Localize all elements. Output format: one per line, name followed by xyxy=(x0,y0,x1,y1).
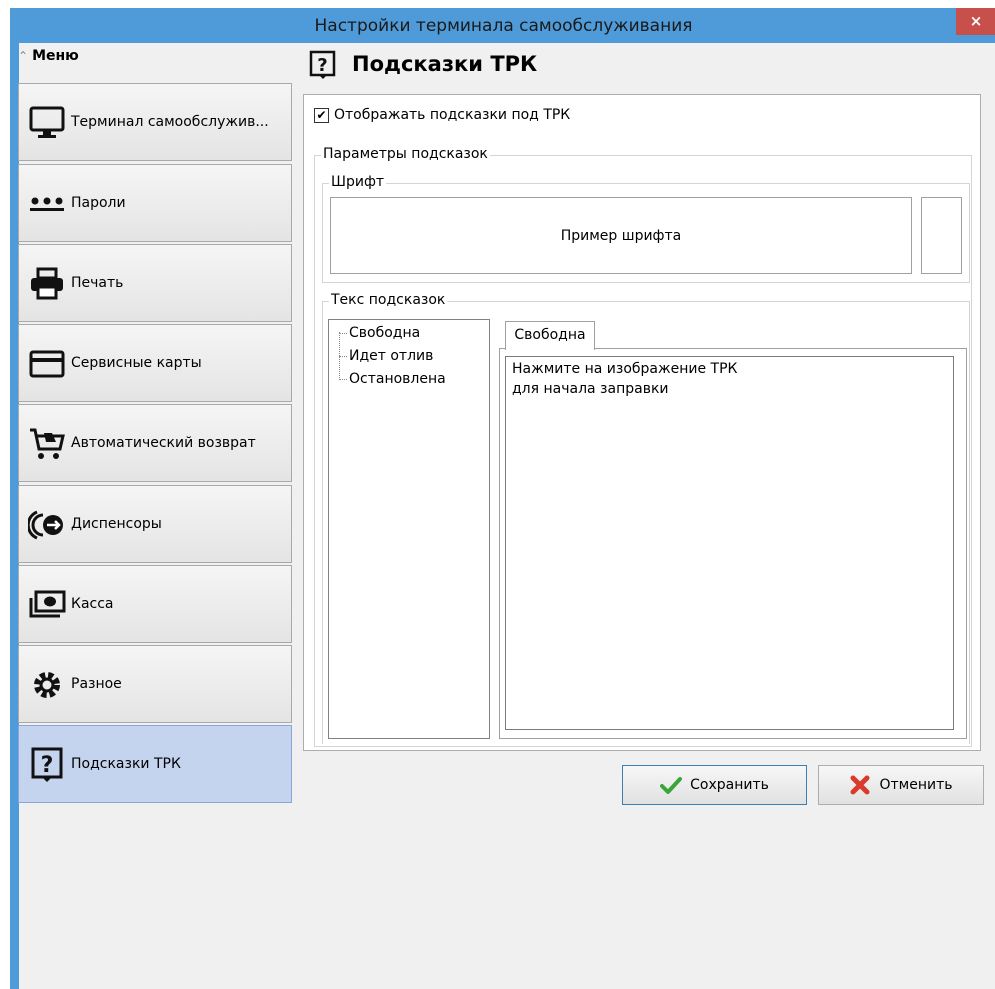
tab-svobodna[interactable]: Свободна xyxy=(505,321,595,350)
hint-text-line: Нажмите на изображение ТРК xyxy=(512,361,738,377)
menu-header-label: Меню xyxy=(32,48,79,64)
save-button[interactable]: Сохранить xyxy=(622,765,807,805)
cash-icon xyxy=(29,590,66,618)
sidebar-item-cash[interactable]: Касса xyxy=(18,565,292,643)
sidebar-item-label: Сервисные карты xyxy=(71,355,202,371)
sidebar-item-passwords[interactable]: Пароли xyxy=(18,164,292,242)
sidebar-item-print[interactable]: Печать xyxy=(18,244,292,322)
printer-icon xyxy=(31,267,63,300)
sidebar-item-label: Терминал самообслужив... xyxy=(71,114,269,130)
password-dots-icon xyxy=(30,197,64,211)
sidebar-item-label: Подсказки ТРК xyxy=(71,756,181,772)
close-button[interactable]: × xyxy=(956,8,995,35)
save-button-label: Сохранить xyxy=(690,777,769,793)
hint-icon: ? xyxy=(31,747,63,782)
tree-item[interactable]: Идет отлив xyxy=(339,348,433,364)
checkmark-icon xyxy=(660,777,683,794)
svg-text:?: ? xyxy=(41,753,54,778)
font-group-label: Шрифт xyxy=(329,174,387,190)
card-icon xyxy=(29,350,65,378)
sidebar-item-label: Пароли xyxy=(71,195,126,211)
hint-text-area[interactable]: Нажмите на изображение ТРК для начала за… xyxy=(505,356,954,730)
cross-icon xyxy=(850,775,870,795)
cancel-button-label: Отменить xyxy=(879,777,953,793)
show-hints-label: Отображать подсказки под ТРК xyxy=(334,107,571,123)
font-sample-box[interactable]: Пример шрифта xyxy=(330,197,912,274)
sidebar-item-dispensers[interactable]: Диспенсоры xyxy=(18,485,292,563)
window-title: Настройки терминала самообслуживания xyxy=(314,16,693,36)
collapse-chevron-icon[interactable]: ⌃ xyxy=(18,49,28,63)
sidebar-item-misc[interactable]: Разное xyxy=(18,645,292,723)
tree-item[interactable]: Свободна xyxy=(339,325,420,341)
tree-item[interactable]: Остановлена xyxy=(339,371,446,387)
sidebar-item-terminal[interactable]: Терминал самообслужив... xyxy=(18,83,292,161)
sidebar-item-auto-return[interactable]: Автоматический возврат xyxy=(18,404,292,482)
gears-icon xyxy=(34,672,60,698)
font-picker-button[interactable] xyxy=(921,197,962,274)
title-bar: Настройки терминала самообслуживания × xyxy=(11,8,995,43)
sidebar-item-label: Печать xyxy=(71,275,124,291)
hint-text-line: для начала заправки xyxy=(512,381,669,397)
show-hints-checkbox[interactable]: ✔ xyxy=(314,107,329,123)
tab-pane: Нажмите на изображение ТРК для начала за… xyxy=(499,348,967,739)
sidebar-item-label: Диспенсоры xyxy=(71,516,162,532)
dispenser-icon xyxy=(28,510,63,540)
monitor-icon xyxy=(29,106,65,138)
cancel-button[interactable]: Отменить xyxy=(818,765,984,805)
hint-icon: ? xyxy=(309,50,336,79)
sidebar-item-label: Разное xyxy=(71,676,122,692)
sidebar-item-trk-hints[interactable]: ? Подсказки ТРК xyxy=(18,725,292,803)
cart-return-icon xyxy=(30,428,65,459)
sidebar-item-service-cards[interactable]: Сервисные карты xyxy=(18,324,292,402)
settings-panel: ✔ Отображать подсказки под ТРК Параметры… xyxy=(303,94,981,751)
page-title: Подсказки ТРК xyxy=(352,52,538,76)
svg-text:?: ? xyxy=(317,55,327,76)
sidebar-item-label: Автоматический возврат xyxy=(71,435,256,451)
show-hints-row[interactable]: ✔ Отображать подсказки под ТРК xyxy=(314,107,570,123)
params-group-label: Параметры подсказок xyxy=(321,146,490,162)
sidebar-item-label: Касса xyxy=(71,596,114,612)
hint-text-group-label: Текс подсказок xyxy=(329,292,448,308)
status-tree: Свободна Идет отлив Остановлена xyxy=(328,319,490,739)
menu-header[interactable]: ⌃ Меню xyxy=(18,48,301,72)
